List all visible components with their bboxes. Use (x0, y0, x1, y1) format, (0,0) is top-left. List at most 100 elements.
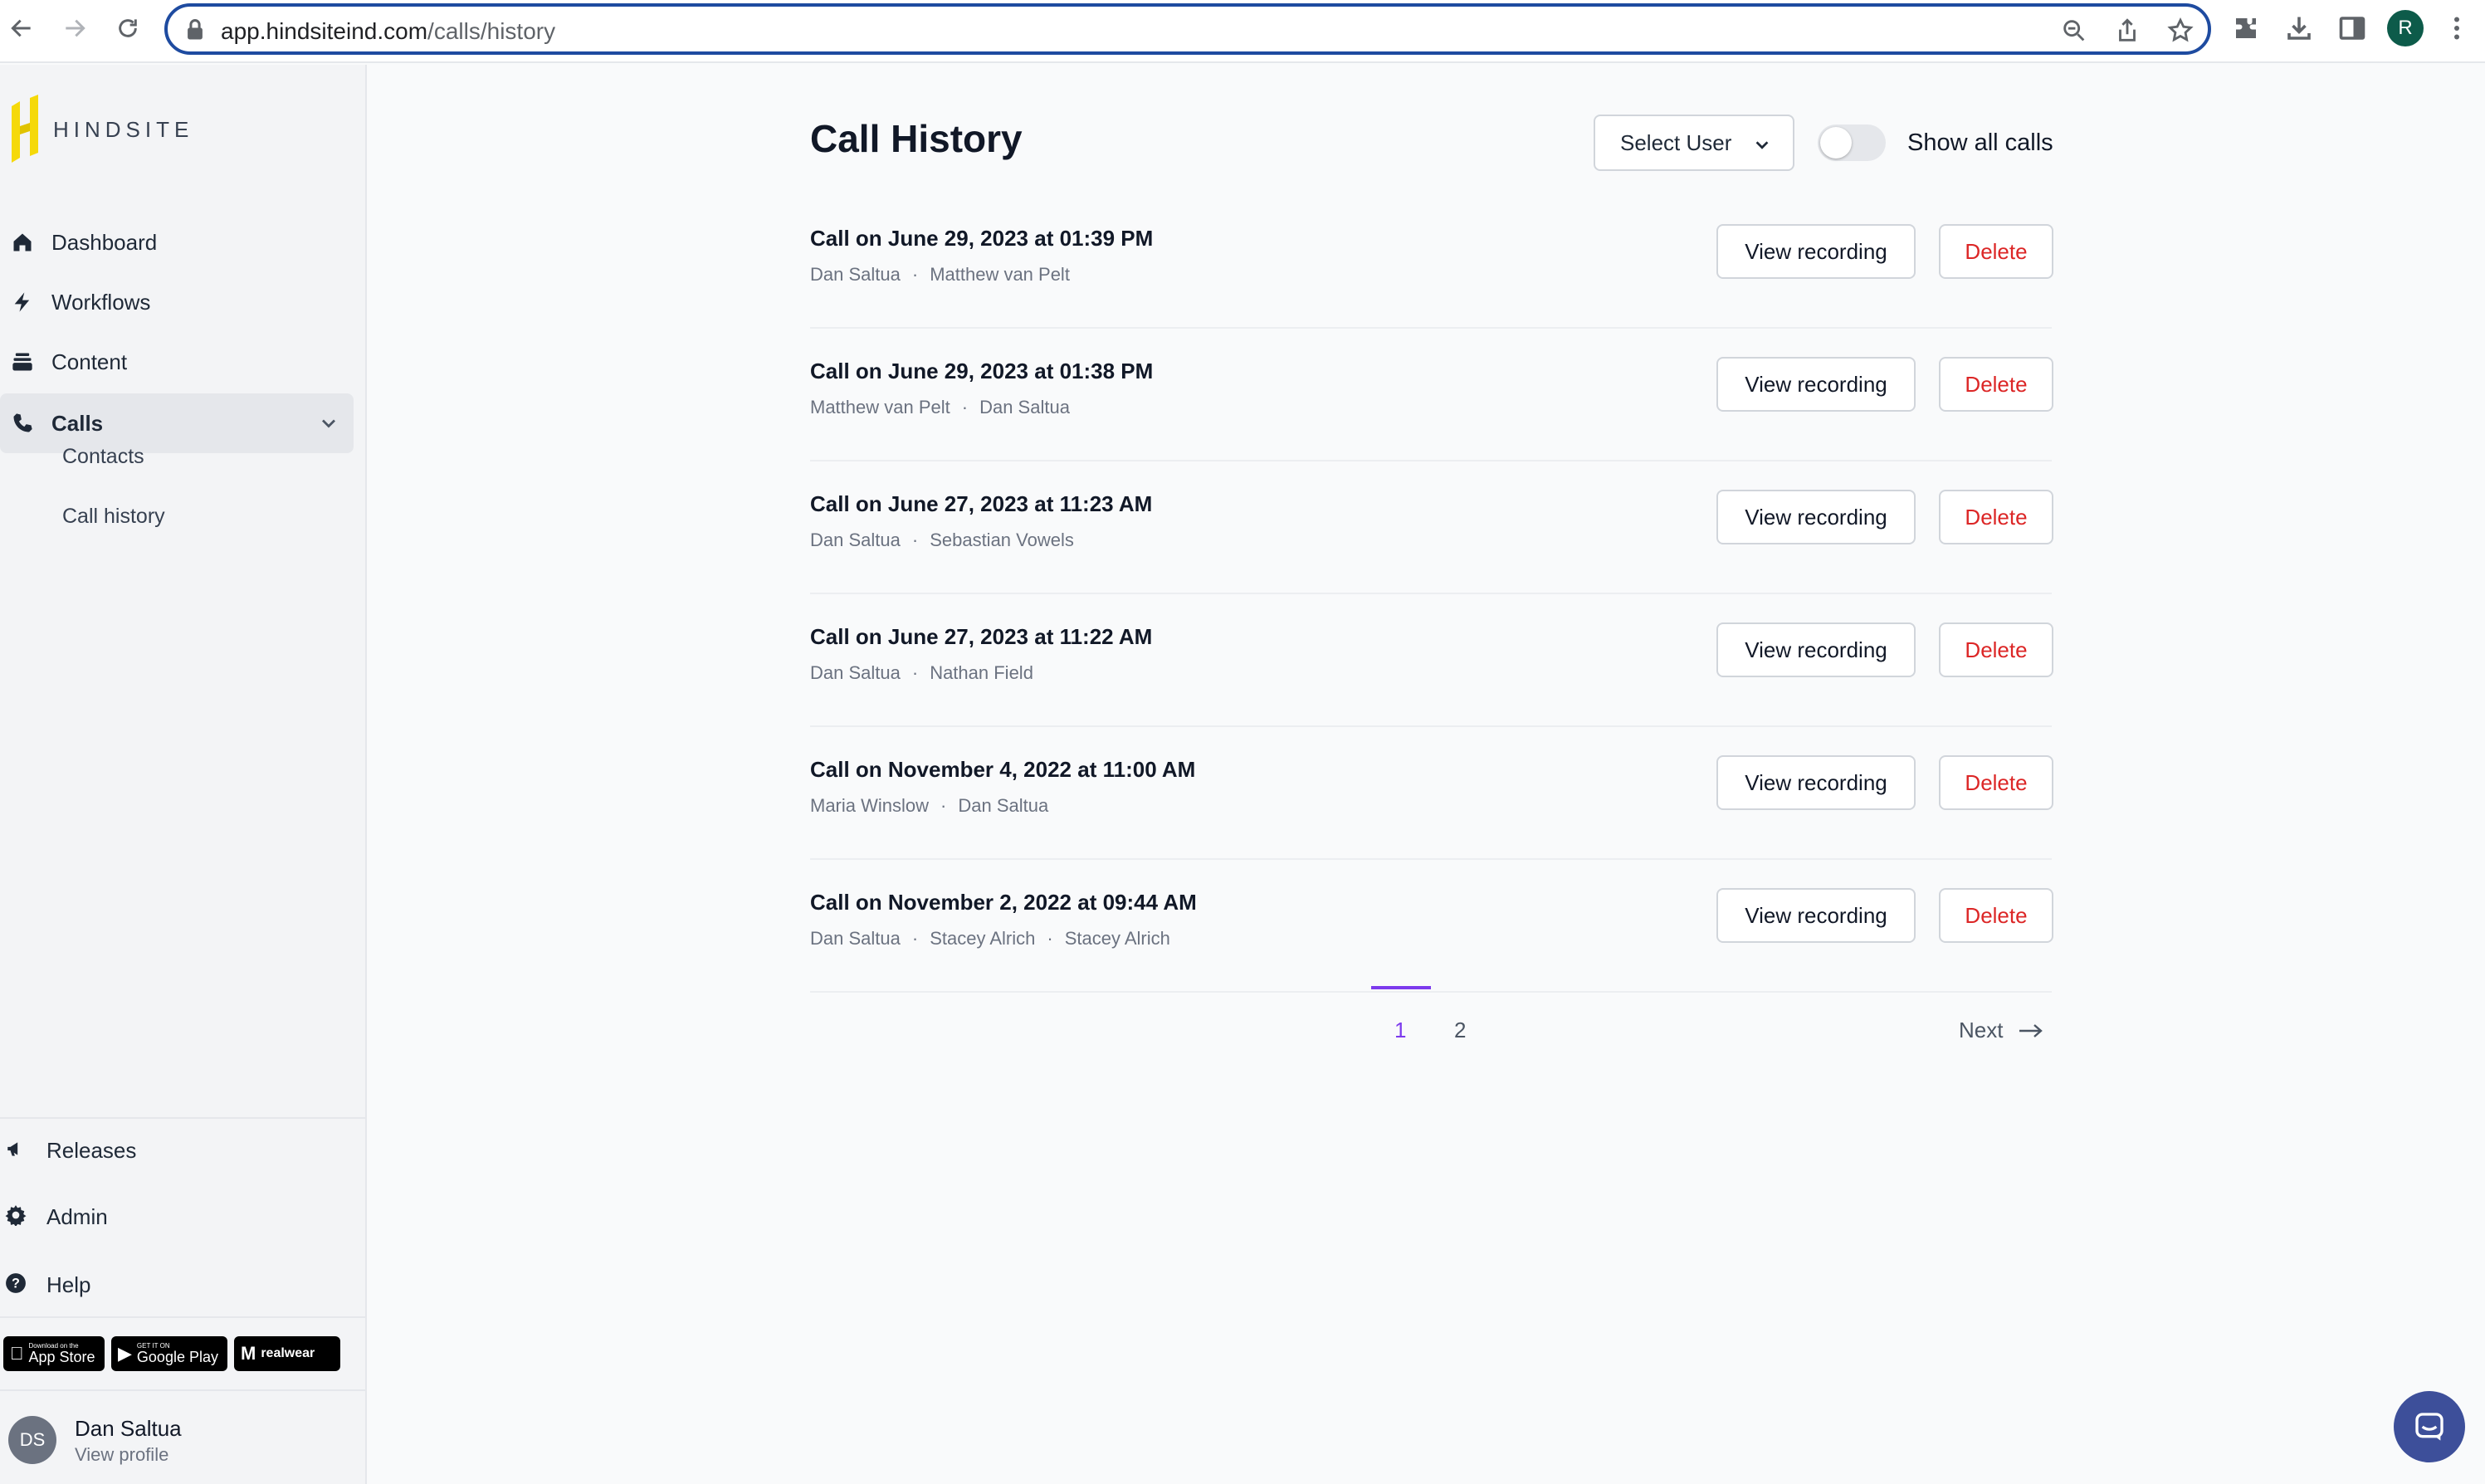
download-icon[interactable] (2284, 13, 2314, 43)
participant-name: Maria Winslow (810, 795, 930, 816)
apple-icon:  (10, 1343, 24, 1364)
sidebar-item-help[interactable]: ? Help (0, 1260, 90, 1310)
page-2-link[interactable]: 2 (1454, 1018, 1466, 1043)
sidebar-item-workflows[interactable]: Workflows (0, 272, 354, 332)
sidebar-subitem-contacts[interactable]: Contacts (62, 445, 144, 469)
back-button[interactable] (5, 12, 38, 45)
participant-name: Stacey Alrich (1064, 928, 1170, 949)
hindsite-logo[interactable]: HINDSITE (8, 95, 193, 164)
current-page-indicator (1371, 986, 1431, 989)
delete-call-button[interactable]: Delete (1939, 888, 2053, 943)
participant-name: Nathan Field (930, 662, 1033, 683)
delete-call-button[interactable]: Delete (1939, 622, 2053, 677)
call-participants: Dan Saltua · Stacey Alrich · Stacey Alrich (810, 928, 1170, 949)
view-recording-button[interactable]: View recording (1716, 888, 1916, 943)
participant-name: Dan Saltua (810, 928, 901, 949)
view-recording-button[interactable]: View recording (1716, 622, 1916, 677)
app-store-text: App Store (15, 1349, 95, 1365)
separator-dot: · (911, 530, 919, 550)
call-participants: Maria Winslow · Dan Saltua (810, 795, 1048, 817)
call-row: Call on November 4, 2022 at 11:00 AM Mari… (810, 727, 2053, 860)
google-play-badge[interactable]: ▶ GET IT ON Google Play (111, 1336, 227, 1371)
participant-name: Dan Saltua (979, 397, 1070, 417)
svg-text:?: ? (12, 1276, 20, 1291)
stack-icon (10, 349, 35, 374)
megaphone-icon (5, 1138, 27, 1164)
extensions-icon[interactable] (2231, 13, 2261, 43)
reload-button[interactable] (111, 12, 144, 45)
chat-support-button[interactable] (2394, 1391, 2465, 1462)
next-label: Next (1959, 1018, 2004, 1042)
more-menu-icon[interactable] (2442, 13, 2472, 43)
delete-call-button[interactable]: Delete (1939, 755, 2053, 810)
hindsite-logo-icon (12, 95, 38, 163)
view-profile-link[interactable]: View profile (75, 1444, 168, 1466)
next-page-link[interactable]: Next (1959, 1018, 2044, 1043)
app-store-badge[interactable]:  Download on the App Store (3, 1336, 105, 1371)
call-title: Call on November 4, 2022 at 11:00 AM (810, 757, 1196, 782)
sidebar-item-content[interactable]: Content (0, 332, 354, 392)
select-user-dropdown[interactable]: Select User (1594, 115, 1794, 171)
call-row: Call on June 29, 2023 at 01:38 PM Matthew… (810, 329, 2053, 461)
separator-dot: · (911, 928, 919, 949)
sidebar-subitem-call-history[interactable]: Call history (62, 505, 165, 529)
participant-name: Dan Saltua (810, 662, 901, 683)
forward-button[interactable] (58, 12, 91, 45)
participant-name: Dan Saltua (810, 264, 901, 285)
sidebar-item-label: Releases (46, 1137, 137, 1163)
sidebar-item-label: Workflows (51, 289, 151, 315)
view-recording-button[interactable]: View recording (1716, 755, 1916, 810)
gear-icon (5, 1204, 27, 1230)
show-all-calls-label: Show all calls (1907, 129, 2053, 156)
view-recording-button[interactable]: View recording (1716, 490, 1916, 544)
participant-name: Sebastian Vowels (930, 530, 1074, 550)
share-icon[interactable] (2113, 17, 2141, 45)
call-row: Call on November 2, 2022 at 09:44 AM Dan … (810, 860, 2053, 993)
arrow-right-icon (66, 19, 85, 37)
sidebar: HINDSITE Dashboard Workflows Content Cal… (0, 65, 367, 1484)
delete-call-button[interactable]: Delete (1939, 490, 2053, 544)
play-icon: ▶ (118, 1343, 132, 1364)
delete-call-button[interactable]: Delete (1939, 224, 2053, 279)
realwear-text: realwear (261, 1346, 315, 1360)
side-panel-icon[interactable] (2337, 13, 2367, 43)
call-title: Call on November 2, 2022 at 09:44 AM (810, 890, 1197, 915)
call-row: Call on June 27, 2023 at 11:23 AM Dan Sal… (810, 461, 2053, 594)
call-participants: Dan Saltua · Sebastian Vowels (810, 530, 1074, 551)
realwear-badge[interactable]: M realwear (234, 1336, 340, 1371)
participant-name: Dan Saltua (810, 530, 901, 550)
separator-dot: · (1047, 928, 1053, 949)
participant-name: Dan Saltua (958, 795, 1049, 816)
sidebar-item-calls[interactable]: Calls (0, 393, 354, 453)
call-participants: Dan Saltua · Matthew van Pelt (810, 264, 1070, 286)
address-bar[interactable]: app.hindsiteind.com/calls/history (164, 3, 2211, 55)
realwear-logo-icon: M (241, 1343, 256, 1364)
sidebar-item-label: Dashboard (51, 229, 158, 255)
phone-icon (10, 411, 35, 436)
delete-call-button[interactable]: Delete (1939, 357, 2053, 412)
separator-dot: · (911, 264, 919, 285)
zoom-icon[interactable] (2060, 17, 2088, 45)
separator-dot: · (911, 662, 919, 683)
star-icon[interactable] (2166, 17, 2195, 45)
chevron-down-icon[interactable] (317, 412, 340, 435)
avatar[interactable]: DS (8, 1416, 56, 1464)
url-host: app.hindsiteind.com (221, 18, 428, 44)
browser-profile-avatar[interactable]: R (2387, 10, 2424, 46)
view-recording-button[interactable]: View recording (1716, 224, 1916, 279)
show-all-calls-toggle[interactable] (1818, 124, 1886, 161)
separator-dot: · (940, 795, 947, 816)
toggle-knob (1820, 127, 1852, 159)
sidebar-item-dashboard[interactable]: Dashboard (0, 212, 354, 272)
sidebar-item-releases[interactable]: Releases (0, 1125, 136, 1175)
sidebar-item-label: Content (51, 349, 128, 374)
call-row: Call on June 27, 2023 at 11:22 AM Dan Sal… (810, 594, 2053, 727)
bolt-icon (10, 290, 35, 315)
sidebar-item-admin[interactable]: Admin (0, 1192, 108, 1242)
call-row: Call on June 29, 2023 at 01:39 PM Dan Sal… (810, 196, 2053, 329)
chat-icon (2415, 1413, 2444, 1441)
participant-name: Stacey Alrich (930, 928, 1036, 949)
page-1-link[interactable]: 1 (1394, 1018, 1406, 1043)
arrow-right-icon (2019, 1023, 2043, 1037)
view-recording-button[interactable]: View recording (1716, 357, 1916, 412)
